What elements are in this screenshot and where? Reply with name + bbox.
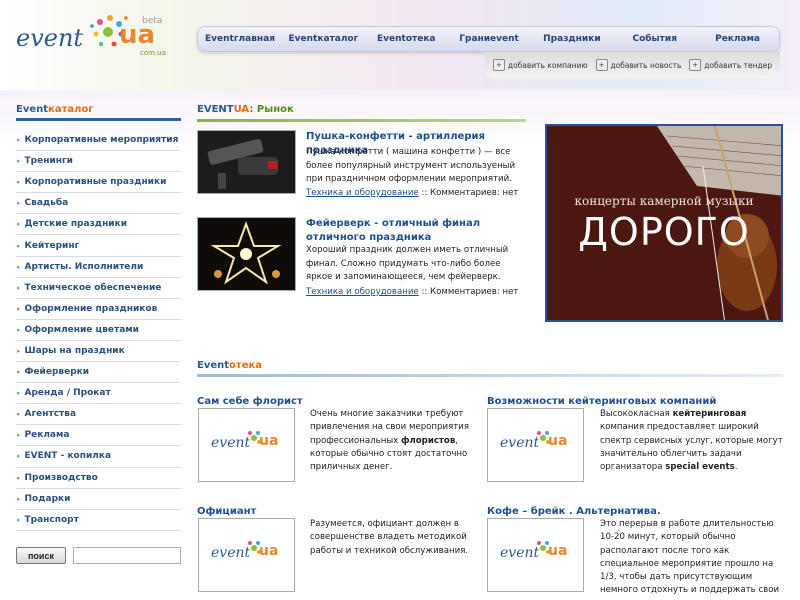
news-comments-count: :: Комментариев: нет — [418, 287, 519, 297]
sidebar-item-corporate-events[interactable]: Корпоративные мероприятия — [16, 130, 181, 152]
eventoteka-heading-b: отека — [229, 360, 263, 371]
thumb-ua-text: ua — [259, 543, 279, 559]
card-logo-thumb[interactable]: event ua — [198, 408, 295, 482]
nav-item-ads[interactable]: Реклама — [696, 27, 779, 51]
sidebar-divider — [16, 118, 181, 121]
card-title-waiter[interactable]: Официант — [197, 506, 256, 517]
logo-domain-label: com.ua — [140, 49, 166, 57]
news-text-confetti: Пушка-конфетти ( машина конфетти ) — все… — [306, 147, 516, 184]
nav-item-facets[interactable]: Граниevent — [448, 27, 531, 51]
confetti-cannon-picture — [198, 131, 295, 193]
card-text-waiter: Разумеется, официант должен в совершенст… — [310, 519, 469, 556]
eventoteka-heading: Eventотека — [197, 360, 262, 371]
add-tender-link[interactable]: + добавить тендер — [689, 59, 772, 71]
nav-item-catalog[interactable]: Eventкаталог — [282, 27, 365, 51]
thumb-event-text: event — [500, 435, 540, 451]
market-heading: EVENTUA: Рынок — [197, 104, 294, 115]
sidebar-item-event-bank[interactable]: EVENT - копилка — [16, 446, 181, 468]
sidebar-item-trainings[interactable]: Тренинги — [16, 151, 181, 173]
main-nav: Eventглавная Eventкаталог Eventотека Гра… — [197, 26, 780, 52]
nav-item-events[interactable]: События — [613, 27, 696, 51]
market-divider — [197, 119, 526, 122]
news-category-link[interactable]: Техника и оборудование — [306, 188, 419, 198]
search-input[interactable] — [73, 547, 181, 564]
card-logo-thumb[interactable]: event ua — [487, 408, 584, 482]
news-meta-confetti: Техника и оборудование :: Комментариев: … — [306, 188, 518, 198]
market-heading-c: : Рынок — [249, 104, 294, 115]
card-text-catering-bold: кейтеринговая — [672, 409, 747, 419]
add-tender-icon: + — [689, 59, 702, 71]
sidebar-title-a: Event — [16, 104, 49, 115]
confetti-cannon-image[interactable] — [197, 130, 296, 194]
add-company-icon: + — [492, 59, 505, 71]
card-text-florist: Очень многие заказчики требуют привлечен… — [310, 408, 480, 474]
sidebar-item-production[interactable]: Производство — [16, 468, 181, 489]
sidebar-item-decoration[interactable]: Оформление праздников — [16, 299, 181, 320]
banner-subtitle: концерты камерной музыки — [574, 194, 754, 208]
thumb-ua-text: ua — [548, 543, 568, 559]
sidebar-item-transport[interactable]: Транспорт — [16, 510, 181, 531]
card-text-catering-bold-2: special events — [665, 462, 735, 473]
sidebar-item-balloons[interactable]: Шары на праздник — [16, 341, 181, 363]
logo-event-text: event — [16, 24, 84, 52]
eventoteka-divider — [197, 374, 783, 377]
card-text-catering: Высококласная кейтеринговая компания пре… — [600, 408, 783, 474]
add-news-label: добавить новость — [610, 60, 682, 70]
card-title-catering[interactable]: Возможности кейтеринговых компаний — [487, 396, 716, 407]
eventoteka-heading-a: Event — [197, 360, 230, 371]
sidebar-item-gifts[interactable]: Подарки — [16, 489, 181, 510]
sidebar-item-corporate-holidays[interactable]: Корпоративные праздники — [16, 172, 181, 194]
sidebar-item-agencies[interactable]: Агентства — [16, 404, 181, 426]
sidebar-item-kids-parties[interactable]: Детские праздники — [16, 214, 181, 236]
sidebar-item-flowers[interactable]: Оформление цветами — [16, 320, 181, 341]
nav-item-library[interactable]: Eventотека — [365, 27, 448, 51]
card-title-florist[interactable]: Сам себе флорист — [197, 396, 303, 407]
card-logo-thumb[interactable]: event ua — [198, 518, 295, 592]
card-text-coffee-break: Это перерыв в работе длительностью 10-20… — [600, 519, 780, 600]
sidebar-menu: Корпоративные мероприятия Тренинги Корпо… — [16, 130, 181, 531]
market-heading-b: UA — [233, 104, 250, 115]
sidebar-title: Eventкаталог — [16, 104, 94, 115]
thumb-ua-text: ua — [259, 433, 279, 449]
news-meta-fireworks: Техника и оборудование :: Комментариев: … — [306, 287, 518, 297]
chamber-music-banner[interactable]: концерты камерной музыки ДОРОГО — [545, 124, 783, 322]
sub-nav: + добавить компанию + добавить новость + до… — [485, 52, 780, 78]
thumb-event-text: event — [211, 435, 251, 451]
banner-title: ДОРОГО — [578, 210, 750, 254]
sidebar-title-b: каталог — [48, 104, 94, 115]
add-news-link[interactable]: + добавить новость — [595, 59, 682, 71]
sidebar-item-fireworks[interactable]: Фейерверки — [16, 362, 181, 384]
card-title-coffee-break[interactable]: Кофе – брейк . Альтернатива. — [487, 506, 661, 517]
fireworks-image[interactable] — [197, 217, 296, 291]
sidebar-item-technical[interactable]: Техническое обеспечение — [16, 278, 181, 299]
add-company-label: добавить компанию — [507, 60, 588, 70]
thumb-event-text: event — [500, 545, 540, 561]
news-title-fireworks[interactable]: Фейерверк - отличный финал отличного пра… — [306, 217, 522, 245]
nav-item-holidays[interactable]: Праздники — [530, 27, 613, 51]
site-logo[interactable]: event ua beta com.ua — [16, 8, 176, 60]
fireworks-picture — [198, 218, 295, 290]
sidebar-item-advertising[interactable]: Реклама — [16, 425, 181, 447]
card-text-catering-3: . — [734, 462, 738, 473]
news-category-link[interactable]: Техника и оборудование — [306, 287, 419, 297]
sidebar-item-rental[interactable]: Аренда / Прокат — [16, 383, 181, 405]
thumb-event-text: event — [211, 545, 251, 561]
search-button[interactable]: поиск — [16, 547, 66, 564]
add-tender-label: добавить тендер — [704, 60, 773, 70]
news-comments-count: :: Комментариев: нет — [418, 188, 519, 198]
card-text-catering-1: Высококласная — [600, 409, 673, 419]
nav-item-main[interactable]: Eventглавная — [198, 27, 282, 51]
add-news-icon: + — [595, 59, 608, 71]
sidebar-item-artists[interactable]: Артисты. Исполнители — [16, 257, 181, 278]
card-text-florist-bold: флористов — [400, 435, 456, 446]
thumb-ua-text: ua — [548, 433, 568, 449]
sidebar-item-wedding[interactable]: Свадьба — [16, 193, 181, 215]
market-heading-a: EVENT — [197, 104, 234, 115]
add-company-link[interactable]: + добавить компанию — [492, 59, 588, 71]
logo-beta-label: beta — [142, 16, 163, 26]
news-text-fireworks: Хороший праздник должен иметь отличный ф… — [306, 245, 509, 282]
card-logo-thumb[interactable]: event ua — [487, 518, 584, 592]
sidebar-item-catering[interactable]: Кейтеринг — [16, 235, 181, 257]
